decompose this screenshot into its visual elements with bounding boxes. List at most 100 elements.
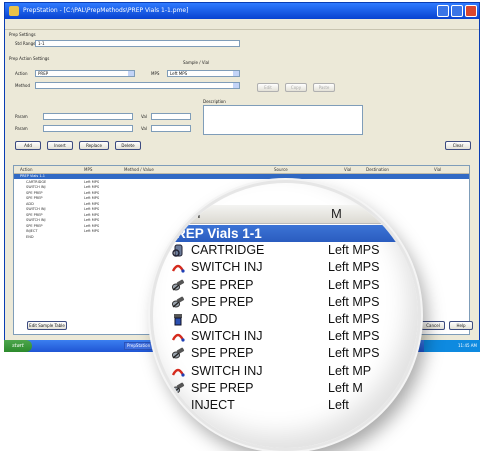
lens-cell-action: P: [191, 415, 200, 430]
method-select[interactable]: [35, 82, 240, 89]
action-select[interactable]: PREP: [35, 70, 135, 77]
param2-label: Param: [15, 126, 28, 131]
lens-table-row: SPE PREP Left MPS: [153, 345, 418, 362]
lens-cell-action: INJECT: [191, 398, 235, 412]
val1-label: Val: [141, 114, 147, 119]
table-cell-action: SWITCH INJ: [26, 207, 46, 211]
table-cell-mps: Left MPS: [84, 185, 100, 189]
lens-cell-mps: Left MPS: [328, 294, 380, 309]
val2-input[interactable]: [151, 125, 191, 132]
std-range-input[interactable]: 1-1: [35, 40, 240, 47]
chevron-down-icon: [128, 71, 134, 76]
clear-button[interactable]: Clear: [445, 141, 471, 150]
spe-prep-icon: [171, 279, 185, 291]
lens-cell-action: SPE PREP: [191, 380, 254, 395]
lens-cell-mps: Left MPS: [328, 329, 380, 344]
help-button[interactable]: Help: [449, 321, 473, 330]
action-select-value: PREP: [38, 71, 49, 76]
table-cell-action: SPE PREP: [26, 190, 43, 195]
description-field[interactable]: [203, 105, 363, 135]
col-header-destination[interactable]: Destination: [366, 167, 389, 172]
col-header-method[interactable]: Method / Value: [124, 167, 154, 172]
copy-button[interactable]: Copy: [285, 83, 307, 92]
lens-cell-mps: Left MPS: [328, 260, 380, 275]
paste-button[interactable]: Paste: [313, 83, 335, 92]
mps-select[interactable]: Left MPS: [167, 70, 240, 77]
lens-cell-mps: Left MPS: [328, 243, 380, 258]
col-header-dest-vial[interactable]: Vial: [434, 167, 441, 172]
table-cell-action: SPE PREP: [26, 196, 43, 200]
param1-input[interactable]: [43, 113, 133, 120]
system-tray-clock: 11:45 AM: [424, 340, 480, 352]
col-header-source[interactable]: Source: [274, 167, 288, 172]
inject-icon: [172, 399, 185, 412]
prep-settings-group-label: Prep Settings: [9, 32, 36, 37]
window-title: PrepStation - [C:\PAL\PrepMethods\PREP V…: [23, 7, 189, 14]
param1-label: Param: [15, 114, 28, 119]
end-icon: [174, 419, 182, 428]
start-button[interactable]: start: [4, 340, 32, 352]
replace-button[interactable]: Replace: [79, 141, 109, 150]
chevron-down-icon: [233, 83, 239, 88]
lens-col-header-action: ion: [183, 206, 201, 221]
cartridge-icon: [172, 244, 183, 257]
lens-cell-mps: Left MPS: [328, 312, 380, 326]
lens-cell-action: SPE PREP: [191, 346, 254, 361]
col-header-action[interactable]: Action: [20, 167, 33, 172]
lens-cell-action: ADD: [191, 312, 218, 326]
table-cell-action: END: [26, 234, 34, 239]
lens-table-row: SPE PREP Left MPS: [153, 294, 418, 311]
table-cell-mps: Left MPS: [84, 218, 100, 222]
col-header-mps[interactable]: MPS: [84, 167, 92, 172]
table-cell-mps: Left MPS: [84, 212, 100, 217]
lens-cell-action: SPE PREP: [191, 294, 254, 309]
lens-table-row: SWITCH INJ Left MP: [153, 363, 418, 380]
app-icon: [9, 6, 19, 16]
spe-prep-icon: [171, 348, 185, 359]
lens-cell-action: SWITCH INJ: [191, 329, 263, 344]
lens-table-row: PREP Vials 1-1: [153, 225, 418, 242]
add-button[interactable]: Add: [15, 141, 41, 150]
lens-table-row: SWITCH INJ Left MPS: [153, 328, 418, 345]
lens-table-row: INJECT Left: [153, 397, 418, 414]
table-cell-action: SPE PREP: [26, 212, 43, 217]
edit-sample-table-button[interactable]: Edit Sample Table: [27, 321, 67, 330]
close-button[interactable]: [465, 5, 477, 17]
mps-label: MPS: [151, 71, 160, 76]
lens-grid-header: ion M: [153, 205, 418, 224]
magnifier-lens: ion M PREP Vials 1-1 CARTRIDGE Left MPS SWI…: [150, 180, 421, 451]
table-cell-mps: Left MPS: [84, 179, 100, 184]
col-header-vial[interactable]: Vial: [344, 167, 351, 172]
description-label: Description: [203, 99, 226, 104]
val1-input[interactable]: [151, 113, 191, 120]
table-cell-action: INJECT: [26, 229, 38, 233]
lens-cell-mps: Left: [328, 398, 349, 412]
mps-select-value: Left MPS: [170, 71, 188, 76]
lens-table-row: ADD Left MPS: [153, 311, 418, 328]
maximize-button[interactable]: [451, 5, 463, 17]
table-cell-action: SPE PREP: [26, 223, 43, 228]
table-cell-mps: Left MPS: [84, 229, 100, 233]
cancel-button[interactable]: Cancel: [421, 321, 445, 330]
lens-cell-action: CARTRIDGE: [191, 243, 265, 258]
table-cell-mps: Left MPS: [84, 196, 100, 200]
title-bar: PrepStation - [C:\PAL\PrepMethods\PREP V…: [5, 3, 479, 19]
table-row[interactable]: PREP Vials 1-1: [14, 174, 469, 179]
insert-button[interactable]: Insert: [47, 141, 73, 150]
table-cell-action: ADD: [26, 201, 34, 206]
delete-button[interactable]: Delete: [115, 141, 141, 150]
lens-cell-mps: Left M: [328, 380, 363, 395]
method-label: Method: [15, 83, 31, 88]
lens-cell-mps: Left MPS: [328, 277, 380, 292]
lens-cell-action: SWITCH INJ: [191, 260, 263, 275]
edit-button[interactable]: Edit: [257, 83, 279, 92]
param2-input[interactable]: [43, 125, 133, 132]
std-range-label: Std Range: [15, 41, 36, 46]
minimize-button[interactable]: [437, 5, 449, 17]
grid-header: Action MPS Method / Value Source Vial De…: [14, 166, 469, 174]
table-cell-mps: Left MPS: [84, 207, 100, 211]
menu-bar: [5, 19, 479, 30]
spe-prep-icon: [171, 382, 185, 394]
table-cell-mps: Left MPS: [84, 201, 100, 206]
action-settings-group-label: Prep Action Settings: [9, 56, 50, 61]
